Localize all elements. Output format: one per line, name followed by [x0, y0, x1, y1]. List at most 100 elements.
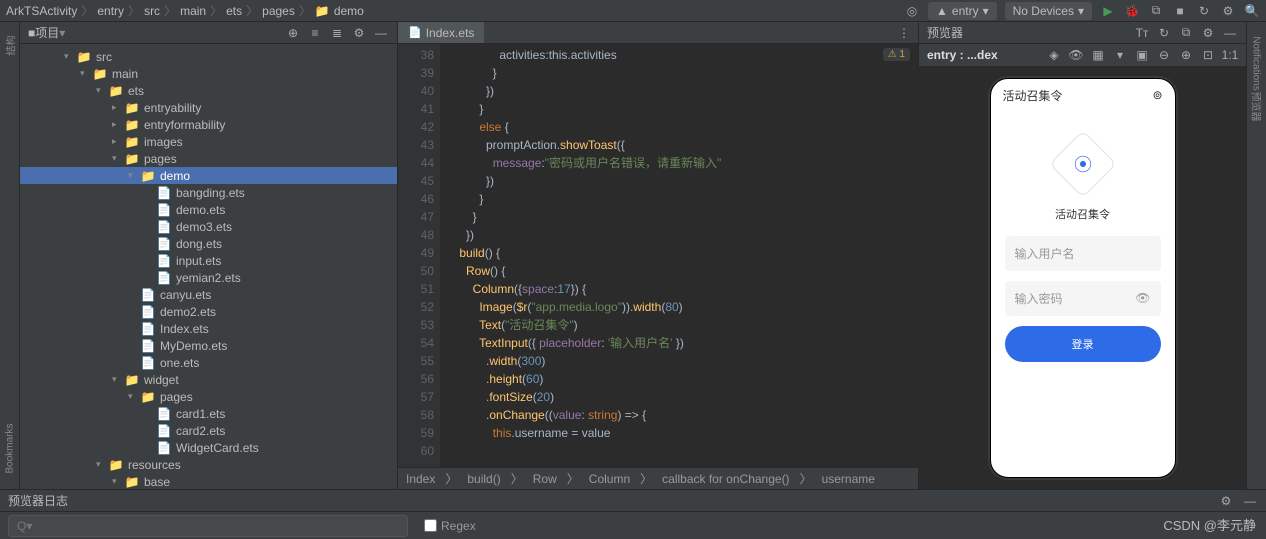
app-title: 活动召集令	[1055, 206, 1110, 222]
target-icon[interactable]: ◎	[904, 3, 920, 19]
panel-settings-icon[interactable]: ⚙	[351, 25, 367, 41]
debug-icon[interactable]: 🐞	[1124, 3, 1140, 19]
bottom-hide-icon[interactable]: —	[1242, 493, 1258, 509]
cc-2[interactable]: Row	[533, 472, 557, 486]
tree-item[interactable]: ▸📁entryability	[20, 99, 397, 116]
regex-checkbox[interactable]: Regex	[424, 519, 476, 533]
tree-item[interactable]: ▸📁images	[20, 133, 397, 150]
layers-icon[interactable]: ◈	[1046, 47, 1062, 63]
locate-icon[interactable]: ⊕	[285, 25, 301, 41]
username-input[interactable]: 输入用户名	[1005, 236, 1161, 271]
expand-icon[interactable]: ≡	[307, 25, 323, 41]
chevron-down-icon[interactable]: ▾	[1112, 47, 1128, 63]
tree-item[interactable]: 📄WidgetCard.ets	[20, 439, 397, 456]
bc-1[interactable]: entry	[97, 4, 124, 18]
tree-item[interactable]: 📄MyDemo.ets	[20, 337, 397, 354]
rail-preview[interactable]: 预览器	[1249, 92, 1264, 122]
rail-notifications[interactable]: Notifications	[1251, 36, 1262, 90]
cc-3[interactable]: Column	[589, 472, 630, 486]
cc-4[interactable]: callback for onChange()	[662, 472, 789, 486]
tab-index-ets[interactable]: 📄 Index.ets	[398, 22, 484, 43]
rail-bookmarks[interactable]: Bookmarks	[4, 423, 15, 473]
collapse-icon[interactable]: ≣	[329, 25, 345, 41]
bc-0[interactable]: ArkTSActivity	[6, 4, 77, 18]
hide-icon[interactable]: —	[373, 25, 389, 41]
tree-item[interactable]: ▾📁pages	[20, 388, 397, 405]
eye-off-icon[interactable]: 👁	[1135, 291, 1150, 305]
phone-preview-area: 活动召集令 ⊚ ⦿ 活动召集令 输入用户名 输入密码👁 登录	[919, 66, 1246, 489]
attach-icon[interactable]: ⧉	[1148, 3, 1164, 19]
tree-item[interactable]: 📄input.ets	[20, 252, 397, 269]
tree-item[interactable]: ▾📁main	[20, 65, 397, 82]
gutter: 3839404142434445464748495051525354555657…	[398, 44, 440, 467]
phone-settings-icon[interactable]: ⊚	[1152, 88, 1162, 102]
copy-icon[interactable]: ⧉	[1178, 25, 1194, 41]
top-right-controls: ◎ ▲ entry ▾ No Devices ▾ ▶ 🐞 ⧉ ■ ↻ ⚙ 🔍	[904, 2, 1260, 20]
cc-5[interactable]: username	[822, 472, 875, 486]
tree-item[interactable]: ▸📁entryformability	[20, 116, 397, 133]
rail-structure[interactable]: 结构	[2, 36, 17, 56]
tree-item[interactable]: ▾📁ets	[20, 82, 397, 99]
sync-icon[interactable]: ↻	[1196, 3, 1212, 19]
eye-icon[interactable]: 👁	[1068, 47, 1084, 63]
right-tool-rail: Notifications 预览器	[1246, 22, 1266, 489]
cc-0[interactable]: Index	[406, 472, 435, 486]
tree-item[interactable]: 📄demo2.ets	[20, 303, 397, 320]
module-selector[interactable]: ▲ entry ▾	[928, 2, 997, 20]
tree-item[interactable]: ▾📁widget	[20, 371, 397, 388]
preview-hide-icon[interactable]: —	[1222, 25, 1238, 41]
preview-title: 预览器	[927, 24, 963, 41]
tree-item[interactable]: 📄demo.ets	[20, 201, 397, 218]
one-to-one-icon[interactable]: 1:1	[1222, 47, 1238, 63]
tree-item[interactable]: 📄demo3.ets	[20, 218, 397, 235]
stop-icon[interactable]: ■	[1172, 3, 1188, 19]
device-label[interactable]: entry : ...dex	[927, 48, 998, 62]
tree-item[interactable]: 📄bangding.ets	[20, 184, 397, 201]
bc-6: 📁	[315, 4, 330, 18]
zoom-in-icon[interactable]: ⊕	[1178, 47, 1194, 63]
code-crumb-bar: Index〉 build()〉 Row〉 Column〉 callback fo…	[398, 467, 918, 489]
tree-item[interactable]: 📄dong.ets	[20, 235, 397, 252]
project-tree[interactable]: ▾📁src▾📁main▾📁ets▸📁entryability▸📁entryfor…	[20, 44, 397, 489]
tree-item[interactable]: ▾📁demo	[20, 167, 397, 184]
bc-5[interactable]: pages	[262, 4, 295, 18]
refresh-icon[interactable]: ↻	[1156, 25, 1172, 41]
tree-item[interactable]: ▾📁resources	[20, 456, 397, 473]
password-input[interactable]: 输入密码👁	[1005, 281, 1161, 316]
tree-item[interactable]: 📄card2.ets	[20, 422, 397, 439]
search-icon[interactable]: 🔍	[1244, 3, 1260, 19]
bc-2[interactable]: src	[144, 4, 160, 18]
tree-item[interactable]: 📄one.ets	[20, 354, 397, 371]
zoom-out-icon[interactable]: ⊖	[1156, 47, 1172, 63]
tree-item[interactable]: 📄Index.ets	[20, 320, 397, 337]
logo-icon: ⦿	[1074, 151, 1092, 177]
settings-icon[interactable]: ⚙	[1220, 3, 1236, 19]
bc-3[interactable]: main	[180, 4, 206, 18]
warning-badge[interactable]: ⚠ 1	[883, 48, 910, 61]
breadcrumb[interactable]: ArkTSActivity〉 entry〉 src〉 main〉 ets〉 pa…	[6, 2, 364, 19]
preview-settings-icon[interactable]: ⚙	[1200, 25, 1216, 41]
crop-icon[interactable]: ▣	[1134, 47, 1150, 63]
tree-item[interactable]: ▾📁base	[20, 473, 397, 489]
login-button[interactable]: 登录	[1005, 326, 1161, 362]
run-icon[interactable]: ▶	[1100, 3, 1116, 19]
code-area[interactable]: ⚠ 1 383940414243444546474849505152535455…	[398, 44, 918, 467]
tree-item[interactable]: 📄yemian2.ets	[20, 269, 397, 286]
tree-item[interactable]: 📄card1.ets	[20, 405, 397, 422]
device-selector[interactable]: No Devices ▾	[1005, 2, 1092, 20]
cc-1[interactable]: build()	[467, 472, 500, 486]
bc-4[interactable]: ets	[226, 4, 242, 18]
fit-icon[interactable]: ⊡	[1200, 47, 1216, 63]
tree-item[interactable]: ▾📁pages	[20, 150, 397, 167]
log-search-input[interactable]: Q▾	[8, 515, 408, 537]
tree-item[interactable]: ▾📁src	[20, 48, 397, 65]
editor-more-icon[interactable]: ⋮	[896, 25, 912, 41]
phone-header-title: 活动召集令	[1003, 87, 1063, 104]
tree-item[interactable]: 📄canyu.ets	[20, 286, 397, 303]
left-tool-rail: 结构 Bookmarks	[0, 22, 20, 489]
bottom-settings-icon[interactable]: ⚙	[1218, 493, 1234, 509]
grid-icon[interactable]: ▦	[1090, 47, 1106, 63]
code[interactable]: activities:this.activities } }) } else {…	[440, 44, 918, 467]
bottom-title[interactable]: 预览器日志	[8, 492, 68, 509]
font-icon[interactable]: Tт	[1134, 25, 1150, 41]
